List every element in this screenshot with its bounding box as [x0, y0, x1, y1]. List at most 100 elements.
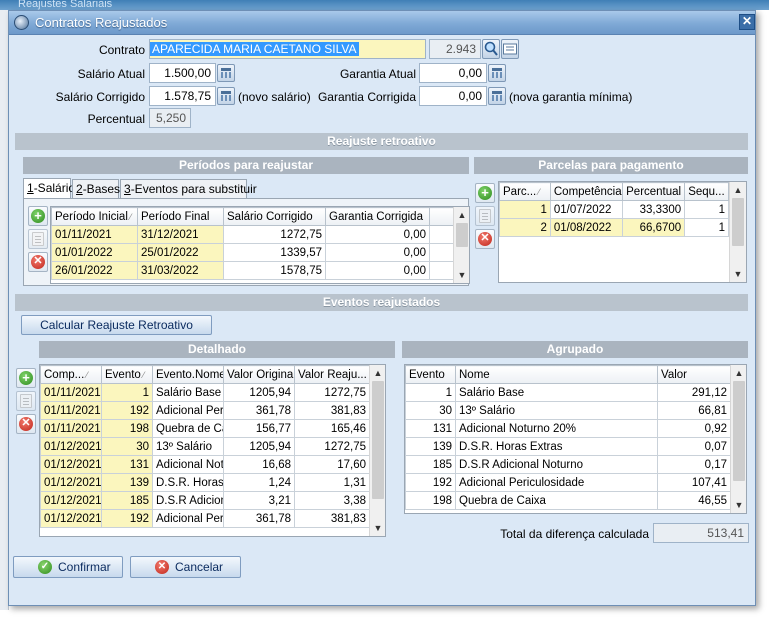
- table-cell[interactable]: 2: [499, 218, 551, 237]
- table-row[interactable]: 01/11/2021 1 Salário Base 1205,94 1272,75: [40, 383, 370, 402]
- table-cell[interactable]: 0,00: [325, 243, 430, 262]
- col-header[interactable]: Parc... ⁄: [499, 182, 551, 201]
- table-cell[interactable]: 0,00: [325, 261, 430, 280]
- table-cell[interactable]: 192: [405, 473, 456, 492]
- table-cell[interactable]: Salário Base: [152, 383, 224, 402]
- confirmar-button[interactable]: ✓ Confirmar: [13, 556, 123, 578]
- table-cell[interactable]: 139: [405, 437, 456, 456]
- table-cell[interactable]: 3,38: [294, 491, 370, 510]
- table-cell[interactable]: 156,77: [223, 419, 295, 438]
- scroll-up-icon[interactable]: ▲: [730, 182, 746, 198]
- delete-evento-button[interactable]: ✕: [16, 414, 36, 434]
- scroll-thumb[interactable]: [456, 223, 468, 247]
- table-cell[interactable]: Adicional Periculosidade: [455, 473, 658, 492]
- table-row[interactable]: 01/12/2021139D.S.R. Horas Extras1,241,31: [40, 473, 370, 492]
- table-row[interactable]: 01/12/2021131Adicional Noturno 20%16,681…: [40, 455, 370, 474]
- contrato-field[interactable]: APARECIDA MARIA CAETANO SILVA: [149, 39, 426, 59]
- tab-salario[interactable]: 1-Salário: [23, 178, 75, 199]
- table-cell[interactable]: D.S.R. Horas Extras: [152, 473, 224, 492]
- table-cell[interactable]: 01/11/2021: [40, 401, 102, 420]
- table-cell[interactable]: 46,55: [657, 491, 731, 510]
- parcelas-scrollbar[interactable]: ▲ ▼: [729, 182, 746, 282]
- table-cell[interactable]: 01/12/2021: [40, 455, 102, 474]
- table-row[interactable]: 131 Adicional Noturno 20% 0,92: [405, 419, 731, 438]
- add-parcela-button[interactable]: +: [475, 183, 495, 203]
- garantia-corrigida-calculator-icon[interactable]: [488, 87, 506, 105]
- table-cell[interactable]: Quebra de Caixa: [455, 491, 658, 510]
- table-cell[interactable]: 185: [101, 491, 153, 510]
- table-cell[interactable]: 01/12/2021: [40, 437, 102, 456]
- table-cell[interactable]: 01/08/2022: [549, 218, 624, 237]
- table-row[interactable]: 01/12/2021185D.S.R Adicional Noturno3,21…: [40, 491, 370, 510]
- table-row[interactable]: 01/11/2021 31/12/2021 1272,75 0,00: [51, 225, 454, 244]
- edit-periodo-button[interactable]: [28, 229, 48, 249]
- table-cell[interactable]: D.S.R Adicional Noturno: [152, 491, 224, 510]
- table-row[interactable]: 198 Quebra de Caixa 46,55: [405, 491, 731, 510]
- table-row[interactable]: 01/12/2021192Adicional Periculosidade361…: [40, 509, 370, 528]
- col-header[interactable]: Valor: [657, 365, 731, 384]
- table-cell[interactable]: 01/11/2021: [40, 419, 102, 438]
- scroll-thumb[interactable]: [732, 198, 744, 246]
- table-cell[interactable]: 198: [101, 419, 153, 438]
- table-cell[interactable]: D.S.R Adicional Noturno: [455, 455, 658, 474]
- table-cell[interactable]: 381,83: [294, 509, 370, 528]
- table-cell[interactable]: 1272,75: [294, 383, 370, 402]
- table-cell[interactable]: 25/01/2022: [137, 243, 224, 262]
- table-cell[interactable]: 30: [101, 437, 153, 456]
- salario-atual-calculator-icon[interactable]: [217, 64, 235, 82]
- table-cell[interactable]: 16,68: [223, 455, 295, 474]
- table-cell[interactable]: 1: [405, 383, 456, 402]
- table-cell[interactable]: Adicional Periculosidade: [152, 401, 224, 420]
- table-cell[interactable]: 1272,75: [294, 437, 370, 456]
- col-header[interactable]: Período Final: [137, 207, 224, 226]
- table-row[interactable]: 1 Salário Base 291,12: [405, 383, 731, 402]
- table-row[interactable]: 2 01/08/2022 66,6700 1: [499, 218, 729, 237]
- col-header[interactable]: Salário Corrigido: [223, 207, 326, 226]
- table-cell[interactable]: 192: [101, 509, 153, 528]
- table-cell[interactable]: Adicional Noturno 20%: [455, 419, 658, 438]
- edit-evento-button[interactable]: [16, 391, 36, 411]
- table-cell[interactable]: 66,6700: [622, 218, 686, 237]
- agrupado-scrollbar[interactable]: ▲ ▼: [730, 365, 746, 513]
- periodos-scrollbar[interactable]: ▲ ▼: [453, 207, 469, 283]
- tab-eventos-substituir[interactable]: 3-Eventos para substituir: [120, 179, 257, 199]
- table-cell[interactable]: 1: [101, 383, 153, 402]
- table-cell[interactable]: 1205,94: [223, 437, 295, 456]
- table-cell[interactable]: 192: [101, 401, 153, 420]
- salario-corrigido-input[interactable]: 1.578,75: [149, 86, 216, 106]
- calcular-reajuste-button[interactable]: Calcular Reajuste Retroativo: [21, 315, 212, 335]
- table-cell[interactable]: 1: [684, 200, 729, 219]
- table-cell[interactable]: 131: [405, 419, 456, 438]
- table-row[interactable]: 01/11/2021192Adicional Periculosidade361…: [40, 401, 370, 420]
- table-cell[interactable]: 01/12/2021: [40, 509, 102, 528]
- table-cell[interactable]: Adicional Periculosidade: [152, 509, 224, 528]
- col-header[interactable]: Competência: [549, 182, 624, 201]
- table-cell[interactable]: 1,24: [223, 473, 295, 492]
- delete-parcela-button[interactable]: ✕: [475, 229, 495, 249]
- delete-periodo-button[interactable]: ✕: [28, 252, 48, 272]
- table-cell[interactable]: D.S.R. Horas Extras: [455, 437, 658, 456]
- table-cell[interactable]: 139: [101, 473, 153, 492]
- scroll-up-icon[interactable]: ▲: [370, 365, 385, 381]
- table-cell[interactable]: 185: [405, 455, 456, 474]
- cancelar-button[interactable]: ✕ Cancelar: [130, 556, 241, 578]
- table-cell[interactable]: 17,60: [294, 455, 370, 474]
- col-header[interactable]: Valor Original: [223, 365, 295, 384]
- title-bar[interactable]: Contratos Reajustados ✕: [9, 11, 755, 35]
- table-cell[interactable]: 165,46: [294, 419, 370, 438]
- col-header[interactable]: Período Inicial ⁄: [51, 207, 138, 226]
- table-cell[interactable]: 13º Salário: [455, 401, 658, 420]
- table-cell[interactable]: 01/11/2021: [51, 225, 138, 244]
- search-contract-button[interactable]: [482, 39, 500, 59]
- garantia-corrigida-input[interactable]: 0,00: [419, 86, 487, 106]
- col-header[interactable]: Sequ...: [684, 182, 729, 201]
- table-row[interactable]: 139 D.S.R. Horas Extras 0,07: [405, 437, 731, 456]
- table-cell[interactable]: 1578,75: [223, 261, 326, 280]
- garantia-atual-calculator-icon[interactable]: [488, 64, 506, 82]
- table-cell[interactable]: Salário Base: [455, 383, 658, 402]
- table-row[interactable]: 1 01/07/2022 33,3300 1: [499, 200, 729, 219]
- scroll-down-icon[interactable]: ▼: [731, 497, 746, 513]
- table-cell[interactable]: 01/01/2022: [51, 243, 138, 262]
- table-cell[interactable]: 31/03/2022: [137, 261, 224, 280]
- table-cell[interactable]: 361,78: [223, 401, 295, 420]
